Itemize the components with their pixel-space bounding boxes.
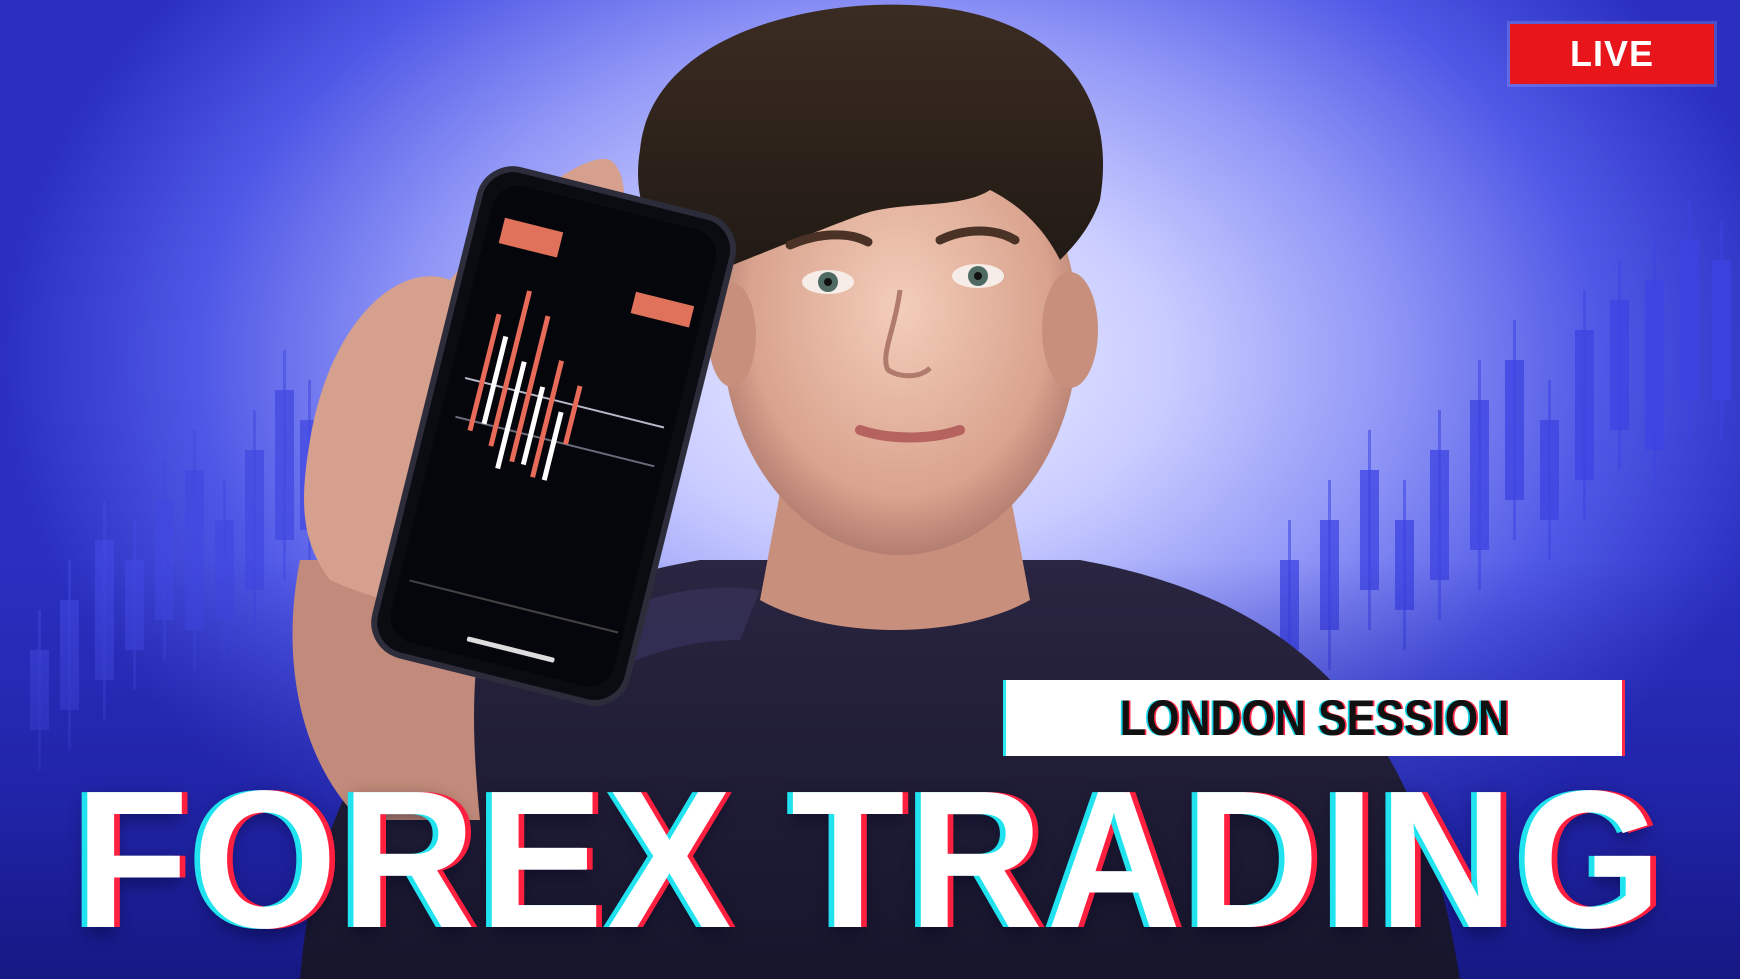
session-label: LONDON SESSION bbox=[1119, 690, 1509, 746]
main-title-text: FOREX TRADING bbox=[74, 750, 1666, 969]
session-banner: LONDON SESSION bbox=[1006, 680, 1622, 756]
live-badge-label: LIVE bbox=[1569, 33, 1654, 74]
thumbnail: LIVE LONDON SESSION FOREX TRADING bbox=[0, 0, 1740, 979]
live-badge: LIVE bbox=[1510, 24, 1714, 84]
main-title: FOREX TRADING bbox=[0, 760, 1740, 960]
